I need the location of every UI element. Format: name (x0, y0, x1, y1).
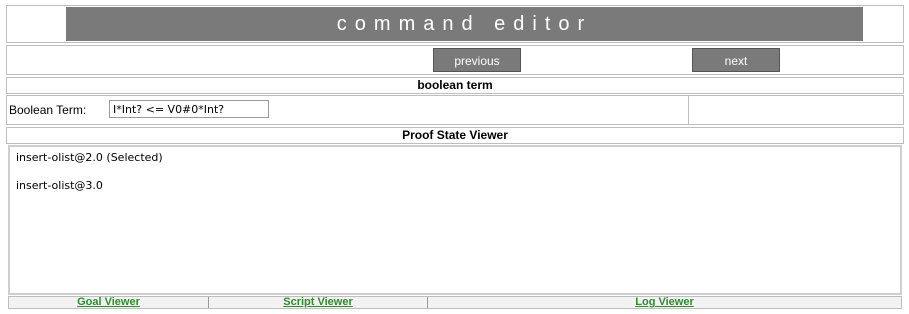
row-divider (688, 96, 689, 124)
boolean-term-label: Boolean Term: (9, 103, 87, 117)
title-row: command editor (6, 5, 904, 43)
tab-script-viewer[interactable]: Script Viewer (209, 297, 428, 308)
proof-state-list[interactable]: insert-olist@2.0 (Selected) insert-olist… (8, 145, 902, 295)
proof-state-item[interactable]: insert-olist@2.0 (Selected) (16, 151, 163, 164)
next-button[interactable]: next (692, 48, 780, 72)
tab-goal-viewer[interactable]: Goal Viewer (9, 297, 209, 308)
proof-state-viewer-header: Proof State Viewer (6, 127, 904, 144)
previous-button[interactable]: previous (433, 48, 521, 72)
navigation-row: previous next (6, 45, 904, 75)
proof-state-item[interactable]: insert-olist@3.0 (16, 179, 103, 192)
boolean-term-row: Boolean Term: (6, 95, 904, 125)
window-title: command editor (66, 7, 863, 41)
boolean-term-input[interactable] (109, 100, 269, 118)
tab-log-viewer[interactable]: Log Viewer (428, 297, 901, 308)
command-editor-window: command editor previous next boolean ter… (6, 5, 904, 309)
boolean-term-header: boolean term (6, 77, 904, 94)
viewer-tabs: Goal Viewer Script Viewer Log Viewer (8, 296, 902, 309)
